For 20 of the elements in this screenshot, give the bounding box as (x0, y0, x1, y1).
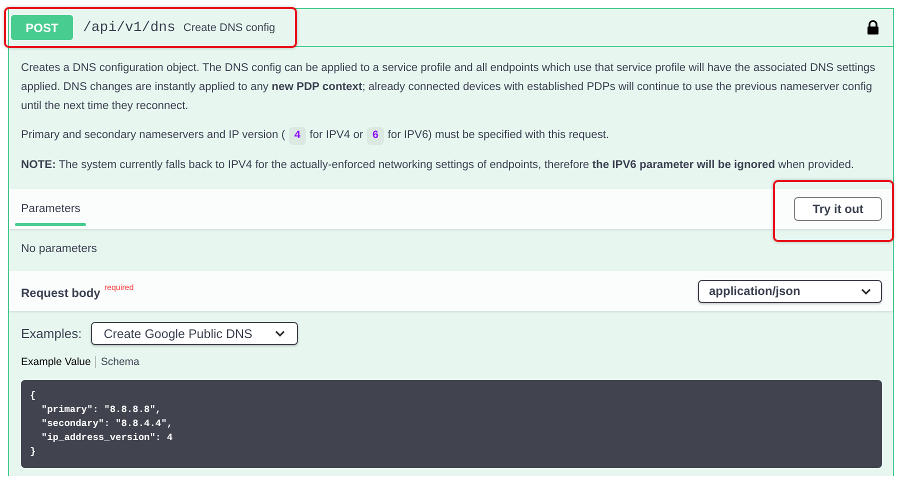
description-paragraph: Creates a DNS configuration object. The DNS config can be applied to a service profile and all endpoints which use that service profile will have the associated DNS settings applied. DNS changes are instantly applied to any new PDP context; already connected devices with established PDPs will continue to use the previous nameserver config until the next time they reconnect. (21, 61, 876, 114)
examples-dropdown[interactable]: Create Google Public DNS (90, 322, 298, 345)
no-parameters-text: No parameters (20, 242, 98, 257)
description-paragraph: NOTE: The system currently falls back to IPV4 for the actually-enforced networking settings of endpoints, therefore the IPV6 parameter will be ignored when provided. (21, 158, 856, 173)
request-body-title: Request body (21, 284, 100, 300)
example-tab[interactable]: Schema (94, 356, 144, 368)
caret-icon (274, 330, 285, 337)
try-it-out-button[interactable]: Try it out (794, 197, 882, 221)
endpoint-summary: Create DNS config (183, 22, 276, 34)
content-type-dropdown[interactable]: application/json (698, 280, 882, 302)
endpoint-path: /api/v1/dns (83, 20, 176, 36)
required-label: required (104, 282, 134, 292)
example-tab[interactable]: Example Value (21, 356, 95, 368)
description-paragraph: Primary and secondary nameservers and IP version ( 4 for IPV4 or 6 for IPV6) must be specified with this request. (21, 126, 881, 146)
examples-label: Examples: (21, 326, 82, 341)
lock-icon[interactable] (867, 20, 879, 35)
method-badge: POST (11, 15, 73, 40)
code-block: { "primary": "8.8.8.8", "secondary": "8.8.4.4", "ip_address_version": 4 } (21, 380, 882, 468)
caret-icon (861, 288, 871, 294)
parameters-tab[interactable]: Parameters (15, 189, 86, 229)
